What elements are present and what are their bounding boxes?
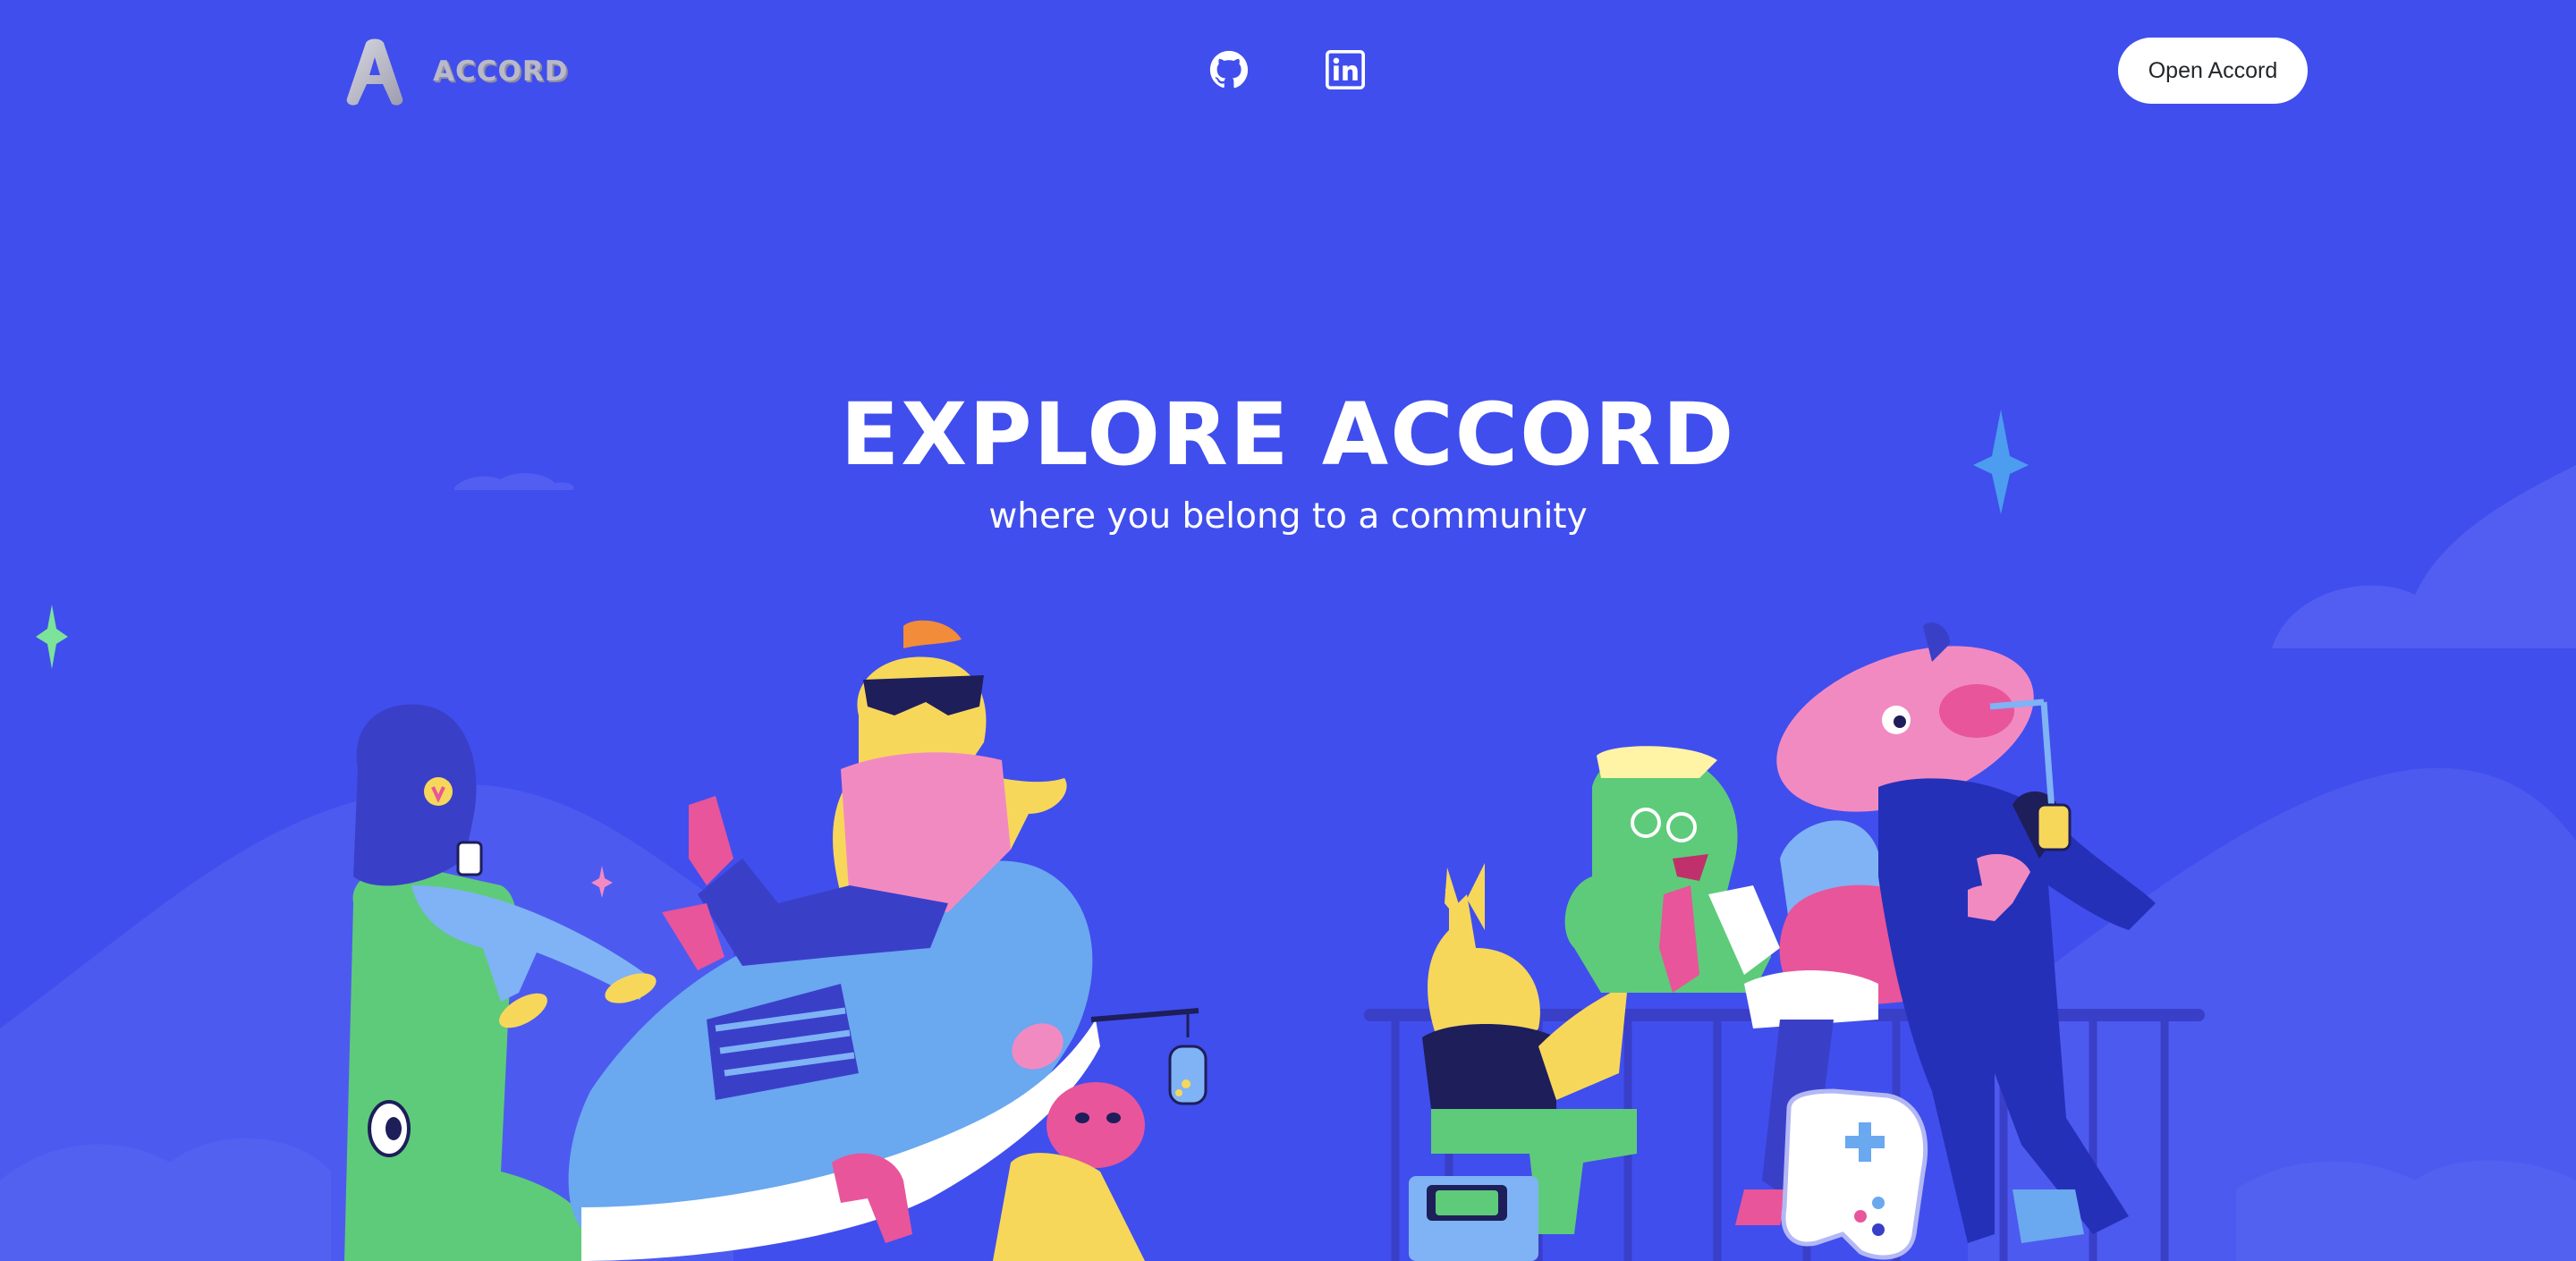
- logo-text: ACCORD: [433, 55, 569, 88]
- open-accord-button[interactable]: Open Accord: [2118, 38, 2308, 104]
- hero-title: EXPLORE ACCORD: [840, 385, 1736, 485]
- site-header: ACCORD Open Accord: [0, 0, 2576, 143]
- landing-page: ACCORD Open Accord EXPLORE ACCORD where …: [0, 0, 2576, 1261]
- hero-subtitle: where you belong to a community: [988, 496, 1588, 537]
- linkedin-link[interactable]: [1324, 48, 1367, 91]
- accord-logo[interactable]: ACCORD: [343, 34, 568, 109]
- github-link[interactable]: [1208, 48, 1250, 91]
- linkedin-icon: [1326, 50, 1365, 89]
- accord-logo-icon: [346, 38, 403, 106]
- hero-illustration: [0, 410, 2576, 1261]
- github-icon: [1209, 50, 1249, 89]
